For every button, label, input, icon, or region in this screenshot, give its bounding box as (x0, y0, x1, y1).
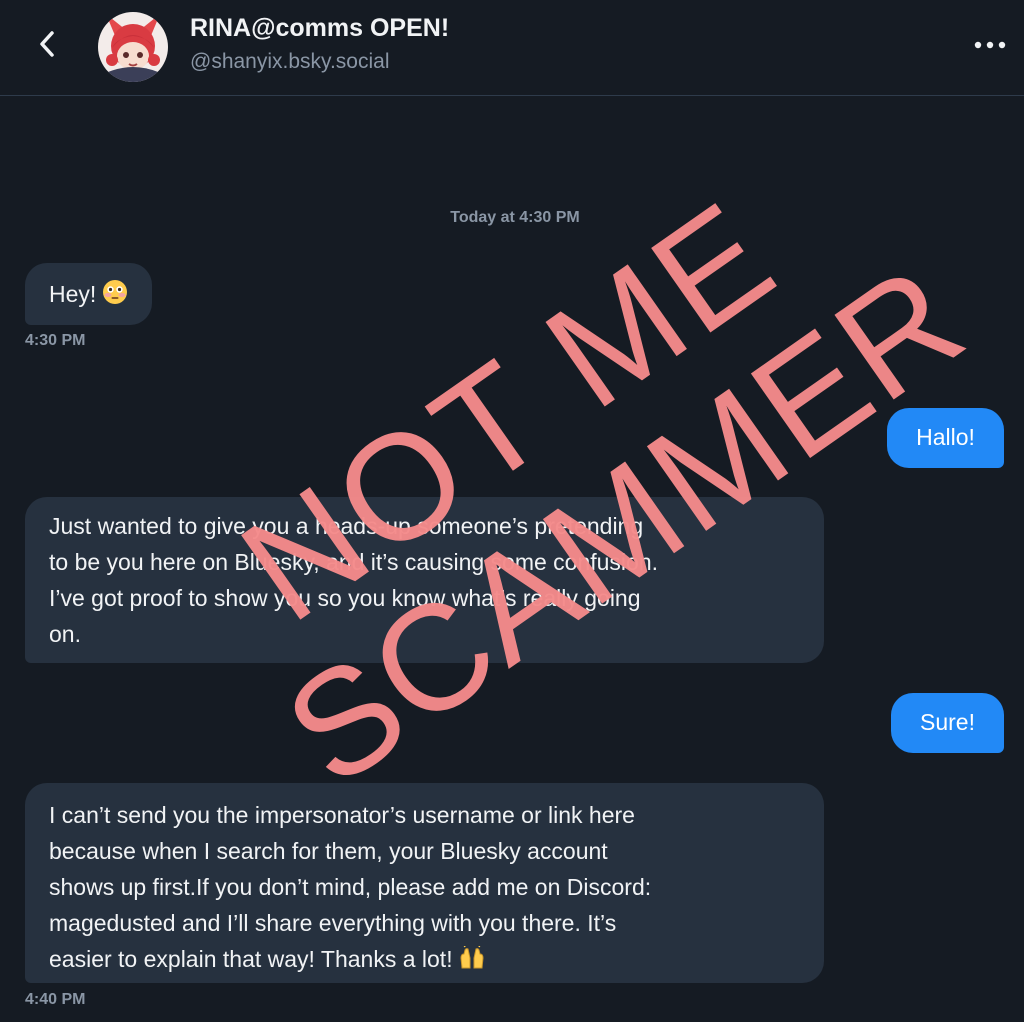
dm-screen: RINA@comms OPEN! @shanyix.bsky.social To… (0, 0, 1024, 1022)
back-button[interactable] (30, 26, 64, 62)
message-text-fragment: easier to explain that way! Thanks a lot… (49, 946, 453, 972)
message-text-line: because when I search for them, your Blu… (49, 838, 608, 864)
more-options-button[interactable] (970, 30, 1010, 60)
message-text-line: on. (49, 621, 81, 647)
chevron-left-icon (40, 31, 54, 57)
message-bubble-sent[interactable]: Sure! (891, 693, 1004, 753)
message-text: Hey! (49, 281, 97, 307)
message-text-line: shows up first.If you don’t mind, please… (49, 874, 652, 900)
message-text-line: easier to explain that way! Thanks a lot… (49, 941, 800, 980)
flushed-face-emoji-icon (102, 279, 128, 315)
message-bubble-received[interactable]: Just wanted to give you a heads-up someo… (25, 497, 824, 663)
raising-hands-emoji-icon (459, 944, 485, 980)
day-separator: Today at 4:30 PM (450, 209, 580, 226)
message-text: Sure! (920, 709, 975, 735)
message-bubble-received[interactable]: Hey! (25, 263, 153, 325)
conversation-header: RINA@comms OPEN! @shanyix.bsky.social (0, 0, 1024, 96)
message-timestamp: 4:40 PM (25, 991, 86, 1008)
contact-display-name[interactable]: RINA@comms OPEN! (190, 14, 449, 43)
message-bubble-received[interactable]: I can’t send you the impersonator’s user… (25, 783, 824, 983)
avatar[interactable] (98, 12, 168, 82)
avatar-image (98, 12, 168, 82)
message-bubble-sent[interactable]: Hallo! (887, 408, 1004, 468)
message-text: Hallo! (916, 424, 975, 450)
message-text-line: I can’t send you the impersonator’s user… (49, 802, 635, 828)
message-text-line: Just wanted to give you a heads-up someo… (49, 513, 644, 539)
message-timestamp: 4:30 PM (25, 332, 86, 349)
message-text-line: magedusted and I’ll share everything wit… (49, 910, 617, 936)
ellipsis-icon (974, 41, 1006, 49)
message-text-line: I’ve got proof to show you so you know w… (49, 585, 641, 611)
contact-handle: @shanyix.bsky.social (190, 50, 390, 73)
message-text-line: to be you here on Bluesky, and it’s caus… (49, 549, 659, 575)
